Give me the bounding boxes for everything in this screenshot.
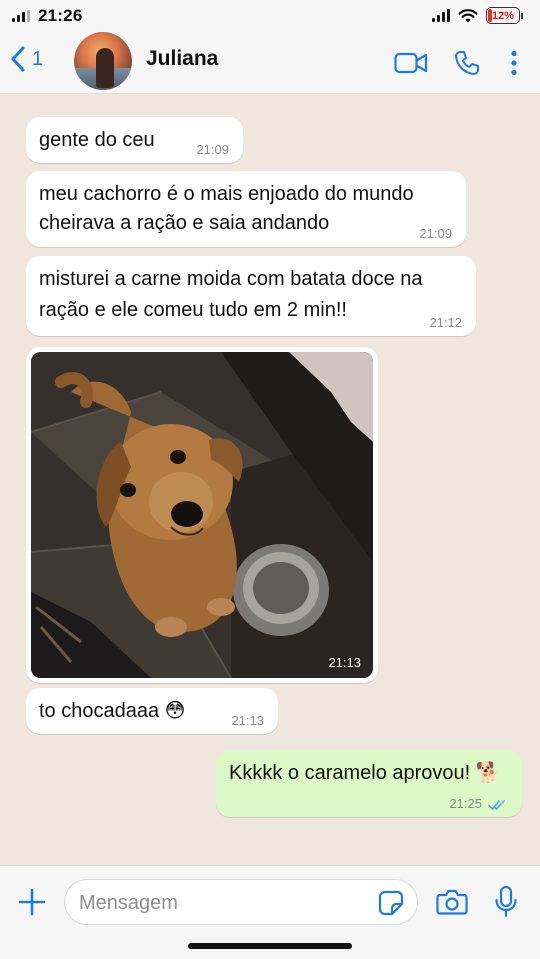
phone-icon[interactable] (454, 50, 480, 76)
image-message[interactable]: 21:13 (26, 347, 378, 683)
contact-name[interactable]: Juliana (146, 47, 218, 71)
message-time: 21:09 (196, 142, 229, 157)
message-time: 21:25 (449, 796, 482, 811)
message-text: gente do ceu (39, 129, 155, 151)
message-text: ração e ele comeu tudo em 2 min!! (39, 299, 347, 321)
chat-area[interactable]: gente do ceu 21:09 meu cachorro é o mais… (0, 95, 540, 865)
carrier-signal-icon (12, 10, 30, 22)
message-text: Kkkkk o caramelo aprovou! 🐕 (229, 762, 501, 784)
message-text: meu cachorro é o mais enjoado do mundo (39, 183, 414, 205)
message-time: 21:12 (429, 315, 462, 330)
outgoing-message-bubble[interactable]: Kkkkk o caramelo aprovou! 🐕 21:25 (216, 750, 522, 817)
plus-icon[interactable] (18, 888, 46, 916)
message-bubble[interactable]: to chocadaaa 😳 21:13 (26, 688, 278, 734)
back-button[interactable]: 1 (10, 46, 43, 72)
status-bar: 21:26 12% (0, 0, 540, 32)
wifi-icon (458, 9, 478, 23)
message-bubble[interactable]: gente do ceu 21:09 (26, 117, 243, 163)
message-time: 21:13 (328, 655, 361, 670)
home-indicator (188, 943, 352, 949)
message-bubble[interactable]: misturei a carne moida com batata doce n… (26, 256, 476, 336)
sticker-icon[interactable] (377, 889, 405, 917)
chevron-left-icon (11, 46, 25, 72)
message-text: to chocadaaa 😳 (39, 700, 186, 722)
chat-header: 1 Juliana (0, 32, 540, 94)
message-input-bar (0, 865, 540, 959)
message-text: misturei a carne moida com batata doce n… (39, 268, 423, 290)
message-input[interactable] (79, 888, 359, 918)
battery-level: 12% (491, 9, 515, 22)
message-text: cheirava a ração e saia andando (39, 212, 330, 234)
status-right: 12% (432, 7, 523, 24)
more-options-icon[interactable] (510, 50, 518, 76)
camera-icon[interactable] (436, 888, 468, 916)
battery-icon: 12% (486, 7, 523, 24)
cellular-signal-icon (432, 9, 450, 22)
read-receipt-icon (488, 800, 505, 810)
video-call-icon[interactable] (394, 52, 428, 74)
dog-photo[interactable]: 21:13 (31, 352, 373, 678)
status-time: 21:26 (38, 6, 83, 25)
dog-image (31, 352, 373, 678)
microphone-icon[interactable] (494, 885, 518, 919)
message-time: 21:09 (419, 226, 452, 241)
message-bubble[interactable]: meu cachorro é o mais enjoado do mundo c… (26, 171, 466, 247)
status-left: 21:26 (12, 6, 82, 26)
message-time: 21:13 (231, 713, 264, 728)
message-field[interactable] (64, 879, 418, 925)
unread-count: 1 (32, 47, 44, 70)
avatar[interactable] (74, 32, 132, 90)
